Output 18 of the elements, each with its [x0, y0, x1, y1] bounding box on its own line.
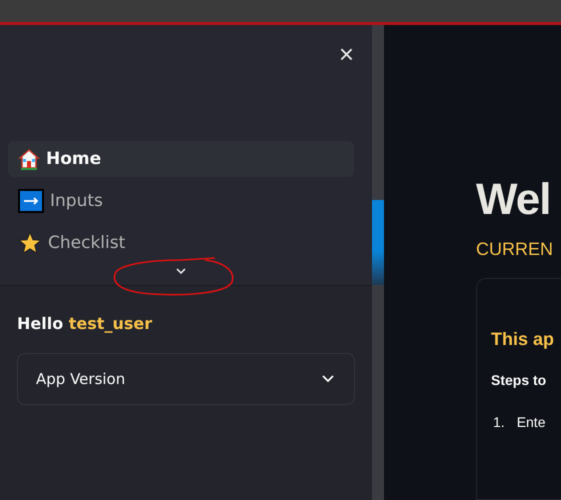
chevron-icon: [322, 375, 334, 383]
card-heading: This ap: [491, 329, 556, 350]
step-number: 1.: [493, 414, 505, 430]
step-text: Ente: [516, 414, 546, 430]
nav-item[interactable]: Home: [8, 141, 354, 177]
close-button[interactable]: ×: [338, 41, 354, 67]
scrollbar-thumb[interactable]: [372, 200, 384, 285]
star-icon: [18, 231, 42, 255]
greeting-text: Hello test_user: [17, 314, 154, 333]
subtitle: CURREN: [476, 239, 554, 260]
app-version-expander[interactable]: App Version: [17, 353, 355, 405]
scrollbar[interactable]: [372, 25, 384, 500]
nav-item[interactable]: Checklist: [8, 225, 354, 261]
steps-label: Steps to: [491, 372, 548, 388]
chevron-down-icon[interactable]: [176, 268, 186, 275]
house-icon: [18, 148, 40, 170]
nav-item[interactable]: Inputs: [8, 183, 354, 219]
page-title: Wel: [476, 175, 552, 225]
